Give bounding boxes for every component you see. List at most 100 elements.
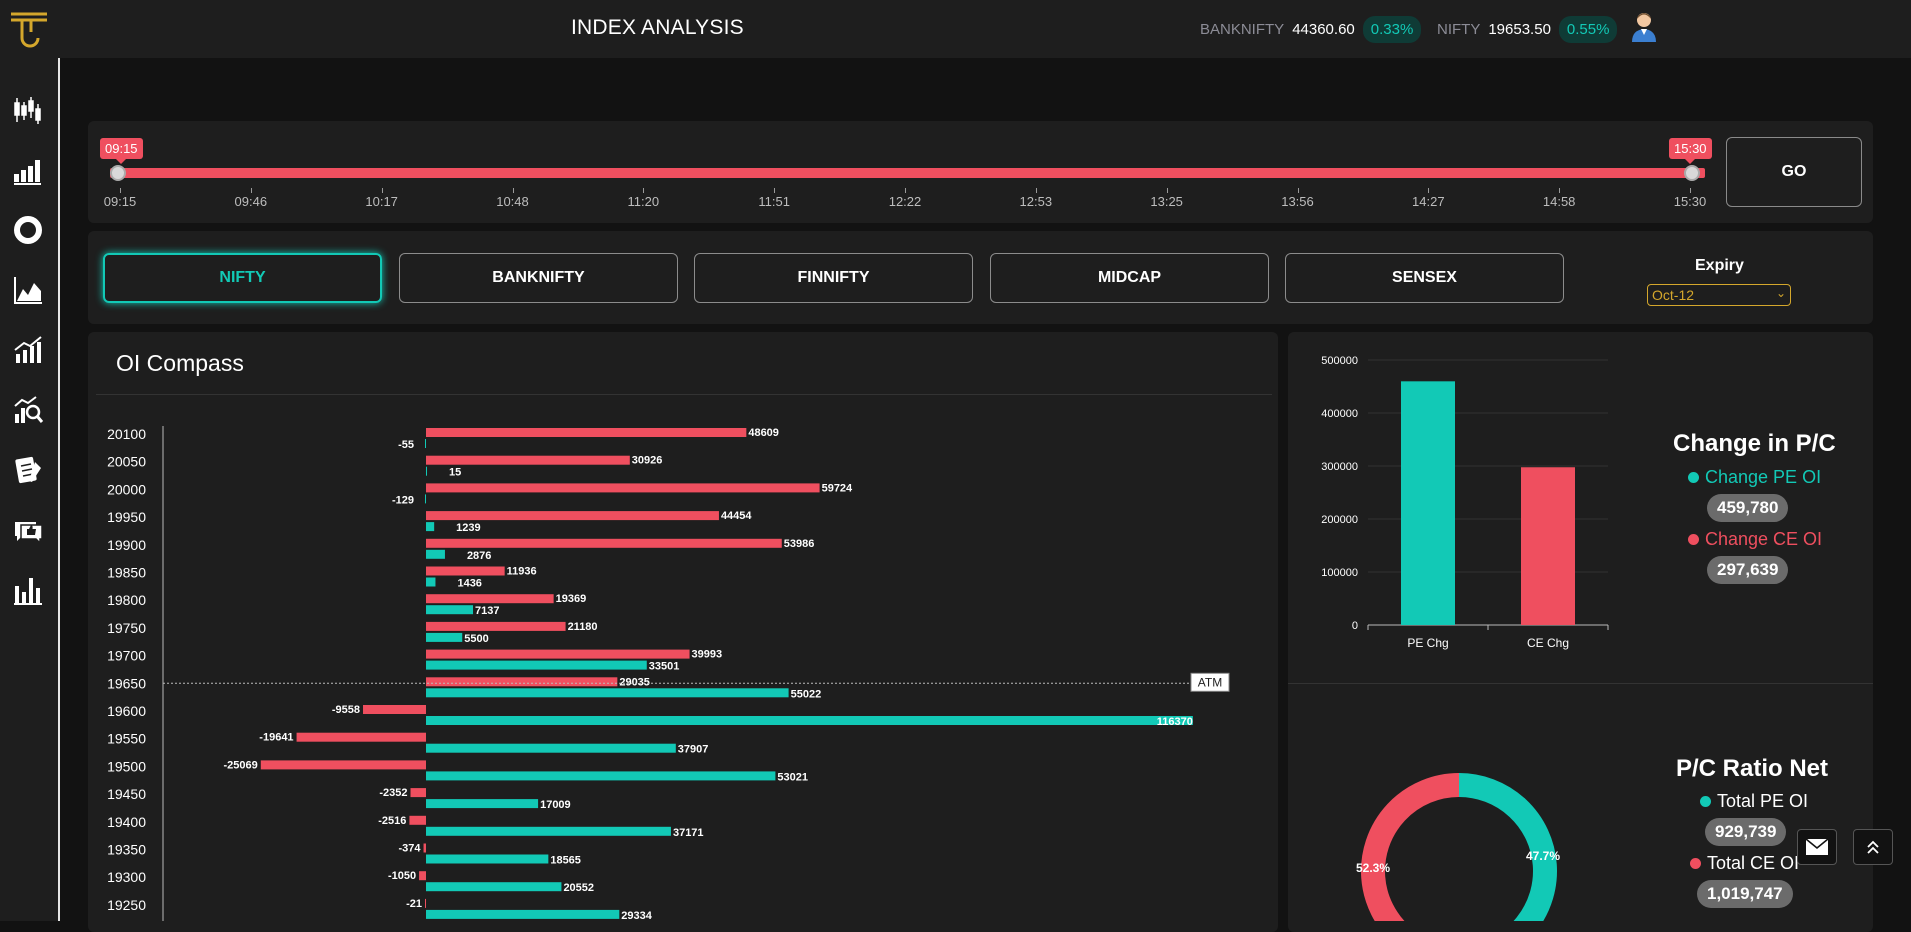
change-pc-bar-chart: 0 100000 200000 300000 400000 500000 PE Chg CE … — [1321, 355, 1609, 650]
expiry-label: Expiry — [1695, 257, 1744, 274]
oi-compass-title: OI Compass — [116, 350, 244, 376]
change-pc-title: Change in P/C — [1673, 430, 1836, 457]
notes-icon[interactable] — [12, 454, 44, 486]
call-oi-label: -25069 — [224, 759, 258, 771]
volume-bars-icon[interactable] — [12, 154, 44, 186]
call-oi-bar — [426, 649, 690, 659]
put-oi-label: 116370 — [1157, 716, 1193, 728]
tab-finnifty[interactable]: FINNIFTY — [694, 253, 973, 303]
legend-dot-icon — [1688, 472, 1699, 483]
slider-tick-mark — [643, 188, 645, 193]
strike-label: 20100 — [107, 426, 146, 442]
put-oi-label: 7137 — [475, 605, 499, 617]
contact-button[interactable] — [1797, 829, 1837, 865]
chevron-up-double-icon — [1867, 840, 1879, 854]
strike-label: 19750 — [107, 620, 146, 636]
donut-slice — [1361, 773, 1460, 921]
slider-tick-mark — [1166, 188, 1168, 193]
put-oi-bar — [426, 882, 562, 892]
total-pe-value: 929,739 — [1705, 818, 1787, 846]
slider-end-handle[interactable] — [1684, 165, 1700, 181]
total-ce-value: 1,019,747 — [1697, 880, 1793, 908]
tab-banknifty[interactable]: BANKNIFTY — [399, 253, 678, 303]
chat-like-icon[interactable] — [12, 514, 44, 546]
slider-start-badge: 09:15 — [100, 138, 143, 164]
ticker-banknifty: BANKNIFTY 44360.60 0.33% — [1200, 14, 1422, 44]
slider-tick-mark — [905, 188, 906, 193]
call-oi-label: -2352 — [379, 787, 407, 799]
call-oi-label: 29035 — [619, 676, 650, 688]
sidebar — [0, 58, 60, 921]
user-avatar-icon[interactable] — [1630, 10, 1658, 42]
call-oi-label: 59724 — [822, 482, 853, 494]
brand-logo-icon[interactable] — [8, 8, 50, 50]
put-oi-bar — [426, 660, 647, 670]
analysis-search-icon[interactable] — [12, 394, 44, 426]
call-oi-label: 48609 — [748, 427, 779, 439]
put-oi-label: 1436 — [457, 578, 481, 590]
strike-label: 19450 — [107, 786, 146, 802]
ticker-nifty: NIFTY 19653.50 0.55% — [1437, 14, 1618, 44]
chevron-down-icon: ⌄ — [1775, 286, 1786, 300]
tab-sensex[interactable]: SENSEX — [1285, 253, 1564, 303]
y-tick-label: 500000 — [1321, 355, 1358, 367]
y-tick-label: 100000 — [1321, 567, 1358, 579]
legend-change-ce: Change CE OI — [1688, 529, 1822, 550]
candlestick-icon[interactable] — [12, 94, 44, 126]
change-pe-value: 459,780 — [1707, 494, 1789, 522]
put-oi-label: 17009 — [540, 799, 571, 811]
strike-label: 19900 — [107, 537, 146, 553]
slider-start-handle[interactable] — [110, 165, 126, 181]
put-oi-label: 18565 — [550, 855, 581, 867]
growth-chart-icon[interactable] — [12, 334, 44, 366]
put-oi-label: 1239 — [456, 522, 480, 534]
ticker-change-badge: 0.33% — [1362, 15, 1422, 43]
call-oi-bar — [426, 677, 618, 687]
bar-chart-icon[interactable] — [12, 574, 44, 606]
oi-compass-chart: 20100 48609 -55 20050 30926 15 20000 59724 -129 1… — [107, 426, 1230, 921]
tab-midcap[interactable]: MIDCAP — [990, 253, 1269, 303]
call-oi-bar — [426, 538, 782, 548]
call-oi-bar — [419, 871, 426, 881]
expiry-select[interactable]: Oct-12 ⌄ — [1647, 284, 1791, 306]
donut-icon[interactable] — [12, 214, 44, 246]
tab-nifty[interactable]: NIFTY — [103, 253, 382, 303]
page-title: INDEX ANALYSIS — [571, 16, 744, 39]
ticker-change-badge: 0.55% — [1558, 15, 1618, 43]
put-oi-bar — [426, 771, 776, 781]
slider-tick-mark — [250, 188, 252, 193]
call-oi-bar — [425, 898, 426, 908]
put-oi-label: 37907 — [678, 744, 709, 756]
x-tick-label: CE Chg — [1527, 636, 1569, 650]
legend-change-pe: Change PE OI — [1688, 467, 1821, 488]
pc-ratio-donut-chart: 47.7% 52.3% — [1356, 773, 1560, 921]
call-oi-label: 44454 — [721, 510, 752, 522]
put-oi-label: 29334 — [621, 910, 652, 921]
slider-tick-label: 14:58 — [1542, 194, 1576, 209]
pc-ratio-title: P/C Ratio Net — [1676, 755, 1829, 782]
scroll-top-button[interactable] — [1853, 829, 1893, 865]
change-ce-value: 297,639 — [1707, 556, 1789, 584]
put-oi-label: 15 — [449, 467, 461, 479]
strike-label: 19600 — [107, 703, 146, 719]
top-bar: INDEX ANALYSIS BANKNIFTY 44360.60 0.33% … — [0, 0, 1911, 58]
area-chart-icon[interactable] — [12, 274, 44, 306]
strike-label: 19500 — [107, 758, 146, 774]
call-oi-label: 21180 — [568, 621, 598, 633]
go-button[interactable]: GO — [1726, 137, 1862, 207]
slider-tick-mark — [1690, 188, 1691, 193]
call-oi-label: -1050 — [388, 870, 416, 882]
put-oi-bar — [426, 854, 549, 864]
legend-total-ce: Total CE OI — [1690, 853, 1799, 874]
call-oi-label: -2516 — [378, 815, 406, 827]
legend-dot-icon — [1690, 858, 1701, 869]
slider-tick-label: 11:20 — [627, 194, 660, 209]
slider-tick-label: 15:30 — [1673, 194, 1707, 209]
legend-label: Total CE OI — [1707, 853, 1800, 873]
call-oi-bar — [426, 483, 820, 493]
slider-tick-label: 09:46 — [234, 194, 268, 209]
time-range-slider[interactable] — [110, 168, 1705, 178]
y-tick-label: 300000 — [1321, 461, 1358, 473]
y-tick-label: 400000 — [1321, 408, 1358, 420]
put-oi-label: 20552 — [563, 882, 594, 894]
